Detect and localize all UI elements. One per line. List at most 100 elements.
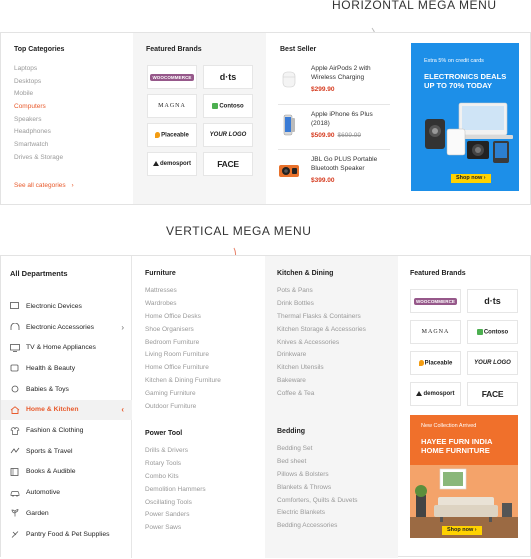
garden-icon xyxy=(10,509,20,517)
fashion-icon xyxy=(10,426,20,435)
furniture-link[interactable]: Gaming Furniture xyxy=(145,388,221,401)
divider xyxy=(278,104,390,105)
furniture-link[interactable]: Bedroom Furniture xyxy=(145,337,221,350)
brand-logo-placeable[interactable]: Placeable xyxy=(410,351,461,375)
brand-logo-face[interactable]: FACE xyxy=(467,382,518,406)
department-item-automotive[interactable]: Automotive xyxy=(1,482,132,503)
kitchen-link[interactable]: Bakeware xyxy=(277,375,366,388)
bedding-link[interactable]: Bedding Set xyxy=(277,443,358,456)
brand-logo-yourlogo[interactable]: YOUR LOGO xyxy=(467,351,518,375)
category-link-active[interactable]: Computers xyxy=(14,101,63,114)
furniture-link[interactable]: Living Room Furniture xyxy=(145,349,221,362)
department-label: Books & Audible xyxy=(26,468,76,476)
category-link[interactable]: Desktops xyxy=(14,76,63,89)
kitchen-link[interactable]: Pots & Pans xyxy=(277,285,366,298)
furniture-link[interactable]: Home Office Furniture xyxy=(145,362,221,375)
furniture-link[interactable]: Mattresses xyxy=(145,285,221,298)
product-name[interactable]: JBL Go PLUS Portable Bluetooth Speaker xyxy=(311,155,391,173)
electronics-deals-banner[interactable]: Extra 5% on credit cards ELECTRONICS DEA… xyxy=(411,43,519,191)
kitchen-link[interactable]: Kitchen Storage & Accessories xyxy=(277,324,366,337)
product-price: $299.90 xyxy=(311,86,335,93)
category-link[interactable]: Headphones xyxy=(14,126,63,139)
department-item-garden[interactable]: Garden xyxy=(1,503,132,524)
bedding-link[interactable]: Pillows & Bolsters xyxy=(277,469,358,482)
brand-logo-contoso[interactable]: Contoso xyxy=(467,320,518,344)
best-seller-item[interactable]: Apple iPhone 6s Plus (2018) $509.90 $699.… xyxy=(278,110,393,150)
power-tool-list: Drills & Drivers Rotary Tools Combo Kits… xyxy=(145,445,206,535)
divider xyxy=(278,149,390,150)
bedding-link[interactable]: Bedding Accessories xyxy=(277,520,358,533)
kitchen-link[interactable]: Knives & Accessories xyxy=(277,337,366,350)
power-tool-link[interactable]: Demolition Hammers xyxy=(145,484,206,497)
kitchen-link[interactable]: Kitchen Utensils xyxy=(277,362,366,375)
power-tool-link[interactable]: Power Sanders xyxy=(145,509,206,522)
department-item-books-audible[interactable]: Books & Audible xyxy=(1,462,132,483)
brand-logo-yourlogo[interactable]: YOUR LOGO xyxy=(203,123,253,147)
furniture-link[interactable]: Outdoor Furniture xyxy=(145,401,221,414)
tv-icon xyxy=(10,343,20,352)
power-tool-link[interactable]: Oscillating Tools xyxy=(145,497,206,510)
home-furniture-banner[interactable]: New Collection Arrived HAYEE FURN INDIA … xyxy=(410,415,518,538)
brand-logo-demosport[interactable]: demosport xyxy=(147,152,197,176)
department-label: Pantry Food & Pet Supplies xyxy=(26,530,110,538)
car-icon xyxy=(10,489,20,497)
department-item-fashion-clothing[interactable]: Fashion & Clothing xyxy=(1,420,132,441)
category-link[interactable]: Speakers xyxy=(14,114,63,127)
department-item-sports-travel[interactable]: Sports & Travel xyxy=(1,441,132,462)
department-item-tv-home-appliances[interactable]: TV & Home Appliances xyxy=(1,337,132,358)
brand-logo-contoso[interactable]: Contoso xyxy=(203,94,253,118)
brand-logo-magna[interactable]: MAGNA xyxy=(410,320,461,344)
category-link[interactable]: Laptops xyxy=(14,63,63,76)
brand-logo-demosport[interactable]: demosport xyxy=(410,382,461,406)
brand-logo-magna[interactable]: MAGNA xyxy=(147,94,197,118)
banner-headline: HAYEE FURN INDIA HOME FURNITURE xyxy=(421,437,493,455)
featured-brands-title: Featured Brands xyxy=(410,270,466,277)
best-seller-item[interactable]: JBL Go PLUS Portable Bluetooth Speaker $… xyxy=(278,155,393,195)
bedding-link[interactable]: Electric Blankets xyxy=(277,507,358,520)
department-item-electronic-accessories[interactable]: Electronic Accessories › xyxy=(1,317,132,338)
brand-grid: WOOCOMMERCE d·ts MAGNA Contoso Placeable… xyxy=(147,65,253,176)
product-name[interactable]: Apple AirPods 2 with Wireless Charging xyxy=(311,64,391,82)
bedding-list: Bedding Set Bed sheet Pillows & Bolsters… xyxy=(277,443,358,533)
product-name[interactable]: Apple iPhone 6s Plus (2018) xyxy=(311,110,391,128)
department-item-health-beauty[interactable]: Health & Beauty xyxy=(1,358,132,379)
kitchen-dining-title: Kitchen & Dining xyxy=(277,270,334,277)
furniture-column: Furniture Mattresses Wardrobes Home Offi… xyxy=(132,256,265,558)
power-tool-link[interactable]: Rotary Tools xyxy=(145,458,206,471)
category-link[interactable]: Smartwatch xyxy=(14,139,63,152)
department-item-babies-toys[interactable]: Babies & Toys xyxy=(1,379,132,400)
department-item-electronic-devices[interactable]: Electronic Devices xyxy=(1,296,132,317)
department-item-pantry-food[interactable]: Pantry Food & Pet Supplies xyxy=(1,524,132,545)
power-tool-link[interactable]: Drills & Drivers xyxy=(145,445,206,458)
kitchen-link[interactable]: Coffee & Tea xyxy=(277,388,366,401)
horizontal-menu-caption: HORIZONTAL MEGA MENU xyxy=(332,0,497,12)
category-link[interactable]: Drives & Storage xyxy=(14,152,63,165)
bedding-link[interactable]: Blankets & Throws xyxy=(277,482,358,495)
bedding-title: Bedding xyxy=(277,428,305,435)
shop-now-button[interactable]: Shop now › xyxy=(442,526,482,535)
food-icon xyxy=(10,530,20,538)
best-seller-item[interactable]: Apple AirPods 2 with Wireless Charging $… xyxy=(278,64,393,104)
department-label: Babies & Toys xyxy=(26,385,69,393)
brand-logo-woocommerce[interactable]: WOOCOMMERCE xyxy=(410,289,461,313)
furniture-link[interactable]: Wardrobes xyxy=(145,298,221,311)
furniture-link[interactable]: Shoe Organisers xyxy=(145,324,221,337)
shop-now-button[interactable]: Shop now › xyxy=(451,174,491,183)
brand-logo-dts[interactable]: d·ts xyxy=(467,289,518,313)
brand-logo-dts[interactable]: d·ts xyxy=(203,65,253,89)
brand-logo-woocommerce[interactable]: WOOCOMMERCE xyxy=(147,65,197,89)
department-item-home-kitchen[interactable]: Home & Kitchen ‹ xyxy=(1,399,132,421)
furniture-link[interactable]: Kitchen & Dining Furniture xyxy=(145,375,221,388)
brand-logo-face[interactable]: FACE xyxy=(203,152,253,176)
furniture-link[interactable]: Home Office Desks xyxy=(145,311,221,324)
kitchen-link[interactable]: Drinkware xyxy=(277,349,366,362)
bedding-link[interactable]: Comforters, Quilts & Duvets xyxy=(277,495,358,508)
kitchen-link[interactable]: Drink Bottles xyxy=(277,298,366,311)
bedding-link[interactable]: Bed sheet xyxy=(277,456,358,469)
see-all-categories-link[interactable]: See all categories › xyxy=(14,182,74,189)
brand-logo-placeable[interactable]: Placeable xyxy=(147,123,197,147)
power-tool-link[interactable]: Power Saws xyxy=(145,522,206,535)
power-tool-link[interactable]: Combo Kits xyxy=(145,471,206,484)
kitchen-link[interactable]: Thermal Flasks & Containers xyxy=(277,311,366,324)
category-link[interactable]: Mobile xyxy=(14,88,63,101)
